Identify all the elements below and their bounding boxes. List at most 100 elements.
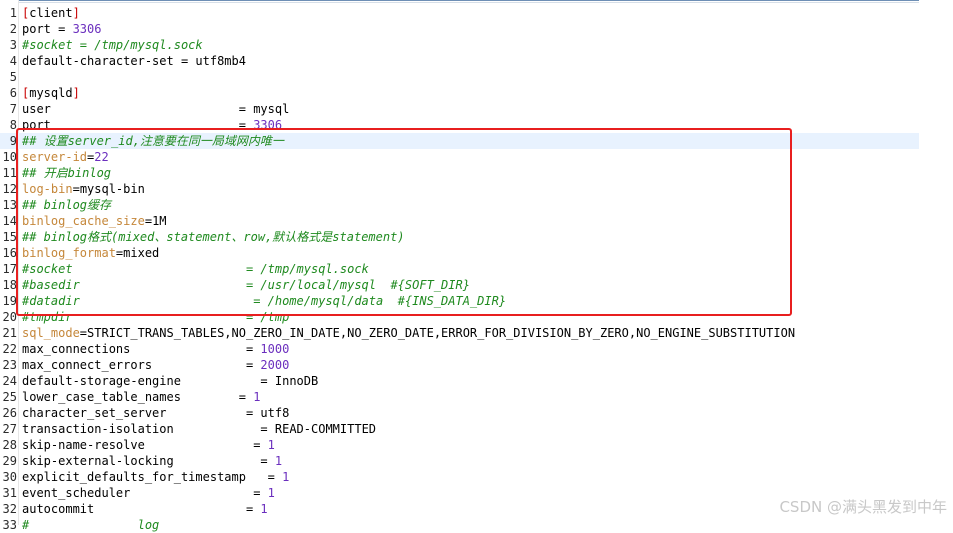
- line-number: 2: [9, 22, 17, 36]
- code-text: port = 3306: [22, 21, 101, 37]
- code-token: max_connections: [22, 342, 246, 356]
- code-text: character_set_server = utf8: [22, 405, 289, 421]
- code-token: READ-COMMITTED: [274, 422, 377, 436]
- code-token: sql_mode: [22, 326, 80, 340]
- line-number: 8: [9, 118, 17, 132]
- code-token: 1: [253, 390, 261, 404]
- csdn-watermark: CSDN @满头黑发到中年: [779, 498, 947, 516]
- red-highlight-box: [16, 128, 792, 316]
- code-editor[interactable]: 1 [client] 2 port = 3306 3 #socket = /tmp/mys…: [0, 0, 953, 532]
- line-number: 12: [2, 182, 17, 196]
- code-line[interactable]: 30 explicit_defaults_for_timestamp = 1: [0, 469, 919, 485]
- code-text: explicit_defaults_for_timestamp = 1: [22, 469, 289, 485]
- code-token: =: [245, 342, 261, 356]
- code-token: default-character-set: [22, 54, 181, 68]
- code-line[interactable]: 7 user = mysql: [0, 101, 919, 117]
- code-token: mysqld: [29, 86, 73, 100]
- line-number: 9: [9, 134, 17, 148]
- code-token: transaction-isolation: [22, 422, 261, 436]
- code-line[interactable]: 3 #socket = /tmp/mysql.sock: [0, 37, 919, 53]
- line-number: 26: [2, 406, 17, 420]
- code-token: client: [29, 6, 73, 20]
- code-line[interactable]: 6 [mysqld]: [0, 85, 919, 101]
- line-number: 23: [2, 358, 17, 372]
- line-number: 33: [2, 518, 17, 532]
- line-number: 7: [9, 102, 17, 116]
- code-token: InnoDB: [274, 374, 319, 388]
- code-text: skip-external-locking = 1: [22, 453, 282, 469]
- code-token: =: [58, 22, 73, 36]
- line-number: 17: [2, 262, 17, 276]
- line-number: 21: [2, 326, 17, 340]
- code-token: ]: [72, 86, 80, 100]
- code-text: default-character-set = utf8mb4: [22, 53, 246, 69]
- code-token: 1: [282, 470, 290, 484]
- line-number: 25: [2, 390, 17, 404]
- line-number: 13: [2, 198, 17, 212]
- code-token: =: [238, 390, 254, 404]
- code-text: default-storage-engine = InnoDB: [22, 373, 318, 389]
- code-line[interactable]: 22 max_connections = 1000: [0, 341, 919, 357]
- line-number: 28: [2, 438, 17, 452]
- code-line[interactable]: 23 max_connect_errors = 2000: [0, 357, 919, 373]
- code-text: skip-name-resolve = 1: [22, 437, 275, 453]
- line-number: 32: [2, 502, 17, 516]
- code-line[interactable]: 24 default-storage-engine = InnoDB: [0, 373, 919, 389]
- line-number: 19: [2, 294, 17, 308]
- code-token: =: [267, 470, 283, 484]
- line-number: 10: [2, 150, 17, 164]
- code-line[interactable]: 25 lower_case_table_names = 1: [0, 389, 919, 405]
- code-text: [mysqld]: [22, 85, 80, 101]
- code-line[interactable]: 28 skip-name-resolve = 1: [0, 437, 919, 453]
- code-token: default-storage-engine: [22, 374, 261, 388]
- code-token: =: [245, 406, 261, 420]
- code-line[interactable]: 29 skip-external-locking = 1: [0, 453, 919, 469]
- code-token: 2000: [260, 358, 290, 372]
- code-token: skip-name-resolve: [22, 438, 254, 452]
- code-token: #socket = /tmp/mysql.sock: [22, 38, 203, 52]
- editor-top-border: [18, 0, 919, 3]
- code-token: =: [245, 358, 261, 372]
- code-text: autocommit = 1: [22, 501, 268, 517]
- code-token: =: [245, 502, 261, 516]
- code-token: utf8: [260, 406, 290, 420]
- code-token: =: [260, 374, 275, 388]
- line-number: 1: [9, 6, 17, 20]
- code-text: max_connect_errors = 2000: [22, 357, 289, 373]
- code-token: lower_case_table_names: [22, 390, 239, 404]
- code-token: 1: [274, 454, 283, 468]
- code-line[interactable]: 27 transaction-isolation = READ-COMMITTED: [0, 421, 919, 437]
- code-line[interactable]: 1 [client]: [0, 5, 919, 21]
- code-token: =: [253, 486, 268, 500]
- code-text: user = mysql: [22, 101, 289, 117]
- code-token: 3306: [72, 22, 102, 36]
- line-number: 4: [9, 54, 17, 68]
- line-number: 16: [2, 246, 17, 260]
- code-text: sql_mode=STRICT_TRANS_TABLES,NO_ZERO_IN_…: [22, 325, 795, 341]
- line-number: 18: [2, 278, 17, 292]
- line-number: 24: [2, 374, 17, 388]
- line-number: 14: [2, 214, 17, 228]
- code-line[interactable]: 4 default-character-set = utf8mb4: [0, 53, 919, 69]
- code-token: =: [260, 422, 275, 436]
- code-line[interactable]: 33 # log: [0, 517, 919, 533]
- code-text: transaction-isolation = READ-COMMITTED: [22, 421, 376, 437]
- code-token: user: [22, 102, 239, 116]
- line-number: 3: [9, 38, 17, 52]
- code-line[interactable]: 2 port = 3306: [0, 21, 919, 37]
- code-text: # log: [22, 517, 159, 533]
- code-token: =: [180, 54, 196, 68]
- code-token: # log: [22, 518, 160, 532]
- code-line[interactable]: 21 sql_mode=STRICT_TRANS_TABLES,NO_ZERO_I…: [0, 325, 919, 341]
- code-text: event_scheduler = 1: [22, 485, 275, 501]
- code-token: event_scheduler: [22, 486, 254, 500]
- code-text: [client]: [22, 5, 80, 21]
- code-line[interactable]: 26 character_set_server = utf8: [0, 405, 919, 421]
- line-number: 22: [2, 342, 17, 356]
- line-number: 29: [2, 454, 17, 468]
- code-token: STRICT_TRANS_TABLES,NO_ZERO_IN_DATE,NO_Z…: [87, 326, 796, 340]
- line-number: 31: [2, 486, 17, 500]
- code-text: #socket = /tmp/mysql.sock: [22, 37, 203, 53]
- code-line[interactable]: 5: [0, 69, 919, 85]
- code-token: =: [79, 326, 88, 340]
